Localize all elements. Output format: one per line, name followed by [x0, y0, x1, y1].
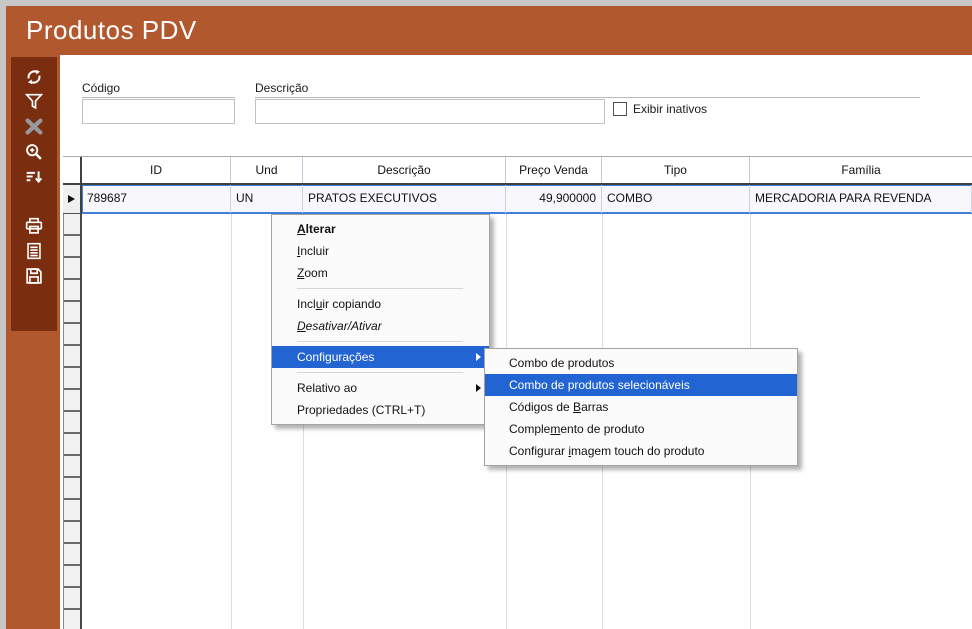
print-button[interactable] [21, 213, 47, 238]
submenu-arrow-icon [476, 384, 481, 392]
menu-item-incluir-copiando[interactable]: Incluir copiando [272, 293, 489, 315]
exibir-inativos-group: Exibir inativos [613, 102, 707, 116]
cell-id: 789687 [82, 185, 231, 213]
grid-header-row: ID Und Descrição Preço Venda Tipo Famíli… [63, 156, 972, 185]
grid-selector-header [63, 157, 82, 183]
column-header-familia[interactable]: Família [750, 157, 972, 183]
menu-separator [297, 288, 463, 289]
descricao-label: Descrição [255, 81, 920, 98]
sort-descending-icon [23, 166, 45, 188]
print-icon [23, 215, 45, 237]
row-selector-strip [63, 214, 82, 629]
report-icon [23, 240, 45, 262]
row-cells: 789687 UN PRATOS EXECUTIVOS 49,900000 CO… [82, 185, 972, 214]
configuracoes-submenu: Combo de produtos Combo de produtos sele… [484, 348, 798, 466]
submenu-item-codigos-de-barras[interactable]: Códigos de Barras [485, 396, 797, 418]
descricao-field-group: Descrição [255, 81, 920, 124]
column-header-preco-venda[interactable]: Preço Venda [506, 157, 602, 183]
zoom-icon [23, 141, 45, 163]
refresh-icon [23, 66, 45, 88]
side-toolbar [11, 57, 57, 331]
grid-vline [231, 214, 232, 629]
filter-icon [23, 91, 45, 113]
filter-button[interactable] [21, 89, 47, 114]
clear-filter-icon [23, 116, 45, 138]
cell-und: UN [231, 185, 303, 213]
submenu-item-combo-selecionaveis[interactable]: Combo de produtos selecionáveis [485, 374, 797, 396]
report-button[interactable] [21, 238, 47, 263]
cell-preco-venda: 49,900000 [506, 185, 602, 213]
column-header-und[interactable]: Und [231, 157, 303, 183]
titlebar: Produtos PDV [6, 6, 972, 55]
column-header-descricao[interactable]: Descrição [303, 157, 506, 183]
page-title: Produtos PDV [26, 15, 197, 46]
codigo-input[interactable] [82, 99, 235, 124]
submenu-arrow-icon [476, 353, 481, 361]
cell-tipo: COMBO [602, 185, 750, 213]
column-header-tipo[interactable]: Tipo [602, 157, 750, 183]
refresh-button[interactable] [21, 64, 47, 89]
descricao-input[interactable] [255, 99, 605, 124]
submenu-item-complemento-de-produto[interactable]: Complemento de produto [485, 418, 797, 440]
save-button[interactable] [21, 263, 47, 288]
menu-item-configuracoes[interactable]: Configurações [272, 346, 489, 368]
exibir-inativos-checkbox[interactable] [613, 102, 627, 116]
menu-item-alterar[interactable]: Alterar [272, 218, 489, 240]
zoom-button[interactable] [21, 139, 47, 164]
content-panel: Código Descrição Exibir inativos ID Und … [60, 55, 972, 629]
sort-button[interactable] [21, 164, 47, 189]
save-icon [23, 265, 45, 287]
column-header-id[interactable]: ID [82, 157, 231, 183]
menu-item-incluir[interactable]: Incluir [272, 240, 489, 262]
menu-item-desativar-ativar[interactable]: Desativar/Ativar [272, 315, 489, 337]
context-menu: Alterar Incluir Zoom Incluir copiando De… [271, 214, 490, 425]
cell-descricao: PRATOS EXECUTIVOS [303, 185, 506, 213]
table-row[interactable]: 789687 UN PRATOS EXECUTIVOS 49,900000 CO… [63, 185, 972, 214]
current-row-marker-icon [68, 195, 75, 203]
menu-item-zoom[interactable]: Zoom [272, 262, 489, 284]
menu-item-propriedades[interactable]: Propriedades (CTRL+T) [272, 399, 489, 421]
submenu-item-configurar-imagem-touch[interactable]: Configurar imagem touch do produto [485, 440, 797, 462]
codigo-label: Código [82, 81, 235, 98]
exibir-inativos-label: Exibir inativos [633, 102, 707, 116]
menu-item-relativo-ao[interactable]: Relativo ao [272, 377, 489, 399]
codigo-field-group: Código [82, 81, 235, 124]
current-row-selector-cell[interactable] [63, 185, 82, 214]
submenu-item-combo-de-produtos[interactable]: Combo de produtos [485, 352, 797, 374]
cell-familia: MERCADORIA PARA REVENDA [750, 185, 972, 213]
clear-filter-button[interactable] [21, 114, 47, 139]
menu-separator [297, 341, 463, 342]
menu-separator [297, 372, 463, 373]
